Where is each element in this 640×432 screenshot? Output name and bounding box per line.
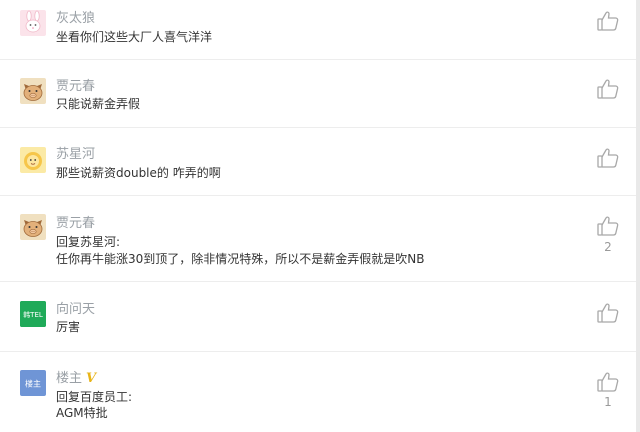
thumbs-up-icon[interactable] — [596, 10, 620, 32]
avatar[interactable]: 韩TEL — [20, 301, 46, 327]
reply-to-text: 回复苏星河: — [56, 235, 121, 249]
avatar[interactable] — [20, 78, 46, 104]
username-label: 楼主 — [56, 371, 83, 386]
comment-item: 楼主 楼主 V 回复百度员工: AGM特批 1 — [0, 352, 636, 432]
comment-text: 厉害 — [56, 320, 81, 334]
scrollbar-track — [636, 0, 640, 432]
comment-text: 坐看你们这些大厂人喜气洋洋 — [56, 30, 213, 44]
avatar[interactable] — [20, 214, 46, 240]
thumbs-up-icon[interactable] — [596, 147, 620, 169]
comment-text: 那些说薪资double的 咋弄的啊 — [56, 166, 221, 180]
comment-text: AGM特批 — [56, 406, 108, 420]
comment-item: 韩TEL 向问天 厉害 — [0, 282, 636, 352]
avatar[interactable] — [20, 147, 46, 173]
avatar-text: 韩TEL — [23, 310, 43, 319]
username[interactable]: 灰太狼 — [56, 7, 95, 26]
username[interactable]: 向问天 — [56, 298, 95, 317]
reply-to-text: 回复百度员工: — [56, 390, 133, 404]
comment-item: 苏星河 那些说薪资double的 咋弄的啊 — [0, 128, 636, 196]
avatar[interactable] — [20, 10, 46, 36]
comment-item: 贾元春 回复苏星河: 任你再牛能涨30到顶了，除非情况特殊，所以不是薪金弄假就是… — [0, 196, 636, 282]
comment-text: 只能说薪金弄假 — [56, 97, 141, 111]
comment-text: 任你再牛能涨30到顶了，除非情况特殊，所以不是薪金弄假就是吹NB — [56, 252, 425, 266]
thumbs-up-icon[interactable] — [596, 78, 620, 100]
avatar-text: 楼主 — [25, 379, 41, 389]
username[interactable]: 苏星河 — [56, 143, 95, 162]
username[interactable]: 贾元春 — [56, 75, 95, 94]
thumbs-up-icon[interactable] — [596, 371, 620, 393]
comment-item: 灰太狼 坐看你们这些大厂人喜气洋洋 — [0, 0, 636, 60]
thumbs-up-icon[interactable] — [596, 215, 620, 237]
vip-badge: V — [86, 371, 97, 386]
avatar[interactable]: 楼主 — [20, 370, 46, 396]
username[interactable]: 楼主 V — [56, 367, 96, 386]
comment-item: 贾元春 只能说薪金弄假 — [0, 60, 636, 128]
like-count: 1 — [604, 395, 612, 409]
username[interactable]: 贾元春 — [56, 212, 95, 231]
like-count: 2 — [604, 240, 612, 254]
thumbs-up-icon[interactable] — [596, 302, 620, 324]
